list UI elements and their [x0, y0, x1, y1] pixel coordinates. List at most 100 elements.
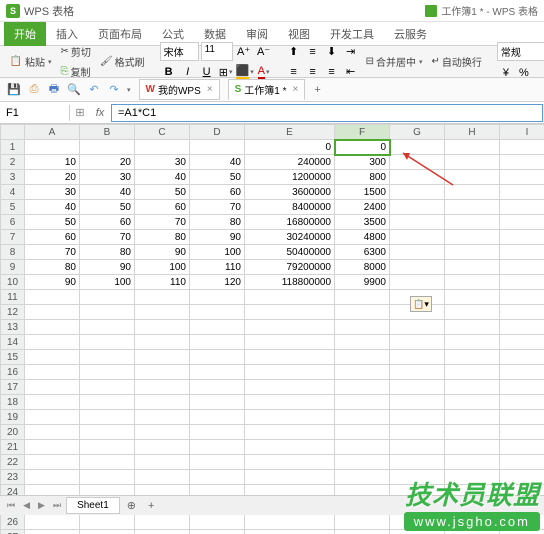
cell-G7[interactable]	[390, 230, 445, 245]
cell-A20[interactable]	[25, 425, 80, 440]
row-header-19[interactable]: 19	[1, 410, 25, 425]
cell-I19[interactable]	[500, 410, 544, 425]
col-header-B[interactable]: B	[80, 125, 135, 140]
cell-E3[interactable]: 1200000	[245, 170, 335, 185]
cell-I11[interactable]	[500, 290, 544, 305]
cell-D26[interactable]	[190, 515, 245, 530]
row-header-1[interactable]: 1	[1, 140, 25, 155]
indent-button[interactable]: ⇥	[342, 43, 360, 61]
cell-C13[interactable]	[135, 320, 190, 335]
cell-B7[interactable]: 70	[80, 230, 135, 245]
cell-F17[interactable]	[335, 380, 390, 395]
cell-D8[interactable]: 100	[190, 245, 245, 260]
cell-B9[interactable]: 90	[80, 260, 135, 275]
cell-G2[interactable]	[390, 155, 445, 170]
cell-B11[interactable]	[80, 290, 135, 305]
cell-I21[interactable]	[500, 440, 544, 455]
cell-H2[interactable]	[445, 155, 500, 170]
cell-C14[interactable]	[135, 335, 190, 350]
row-header-10[interactable]: 10	[1, 275, 25, 290]
cell-D23[interactable]	[190, 470, 245, 485]
cell-A8[interactable]: 70	[25, 245, 80, 260]
row-header-5[interactable]: 5	[1, 200, 25, 215]
cell-F23[interactable]	[335, 470, 390, 485]
cell-I6[interactable]	[500, 215, 544, 230]
cell-F14[interactable]	[335, 335, 390, 350]
row-header-8[interactable]: 8	[1, 245, 25, 260]
cell-C6[interactable]: 70	[135, 215, 190, 230]
fx-button[interactable]: fx	[90, 107, 110, 119]
row-header-18[interactable]: 18	[1, 395, 25, 410]
paste-options-button[interactable]: 📋▾	[410, 296, 432, 312]
cell-A14[interactable]	[25, 335, 80, 350]
cell-F20[interactable]	[335, 425, 390, 440]
cell-H11[interactable]	[445, 290, 500, 305]
cell-A13[interactable]	[25, 320, 80, 335]
cell-A3[interactable]: 20	[25, 170, 80, 185]
cell-C11[interactable]	[135, 290, 190, 305]
preview-button[interactable]: 🔍	[66, 82, 82, 98]
row-header-6[interactable]: 6	[1, 215, 25, 230]
cell-C19[interactable]	[135, 410, 190, 425]
cell-E27[interactable]	[245, 530, 335, 534]
cell-E23[interactable]	[245, 470, 335, 485]
cell-D4[interactable]: 60	[190, 185, 245, 200]
cell-B2[interactable]: 20	[80, 155, 135, 170]
cell-G19[interactable]	[390, 410, 445, 425]
cell-D27[interactable]	[190, 530, 245, 534]
cell-B1[interactable]	[80, 140, 135, 155]
cell-B22[interactable]	[80, 455, 135, 470]
cell-A26[interactable]	[25, 515, 80, 530]
cell-F1[interactable]: 0	[335, 140, 390, 155]
cell-D5[interactable]: 70	[190, 200, 245, 215]
fx-cancel-button[interactable]: ⊞	[70, 106, 90, 119]
cell-F15[interactable]	[335, 350, 390, 365]
cell-D7[interactable]: 90	[190, 230, 245, 245]
align-top-button[interactable]: ⬆	[285, 43, 303, 61]
sheet-nav-last[interactable]: ⏭	[50, 500, 64, 511]
cell-G4[interactable]	[390, 185, 445, 200]
cell-A9[interactable]: 80	[25, 260, 80, 275]
cell-G14[interactable]	[390, 335, 445, 350]
cell-C17[interactable]	[135, 380, 190, 395]
cell-C4[interactable]: 50	[135, 185, 190, 200]
cell-B19[interactable]	[80, 410, 135, 425]
row-header-12[interactable]: 12	[1, 305, 25, 320]
cell-B26[interactable]	[80, 515, 135, 530]
cell-H16[interactable]	[445, 365, 500, 380]
cell-D14[interactable]	[190, 335, 245, 350]
cell-I14[interactable]	[500, 335, 544, 350]
cell-H17[interactable]	[445, 380, 500, 395]
cell-H20[interactable]	[445, 425, 500, 440]
close-icon[interactable]: ×	[207, 84, 213, 95]
cell-B14[interactable]	[80, 335, 135, 350]
col-header-C[interactable]: C	[135, 125, 190, 140]
format-painter-button[interactable]: 🖌格式刷	[97, 52, 148, 71]
percent-button[interactable]: %	[515, 64, 533, 82]
add-sheet-button-2[interactable]: +	[143, 498, 159, 514]
cell-C20[interactable]	[135, 425, 190, 440]
cell-D2[interactable]: 40	[190, 155, 245, 170]
cell-C22[interactable]	[135, 455, 190, 470]
font-size-select[interactable]: 11	[201, 42, 233, 61]
align-middle-button[interactable]: ≡	[304, 43, 322, 61]
cell-H1[interactable]	[445, 140, 500, 155]
cell-F8[interactable]: 6300	[335, 245, 390, 260]
row-header-21[interactable]: 21	[1, 440, 25, 455]
cell-E15[interactable]	[245, 350, 335, 365]
cell-A17[interactable]	[25, 380, 80, 395]
cell-D17[interactable]	[190, 380, 245, 395]
cell-A21[interactable]	[25, 440, 80, 455]
spreadsheet-grid[interactable]: ABCDEFGHI1002102030402400003003203040501…	[0, 124, 544, 534]
cell-A15[interactable]	[25, 350, 80, 365]
cell-H18[interactable]	[445, 395, 500, 410]
cell-A27[interactable]	[25, 530, 80, 534]
formula-input[interactable]: =A1*C1	[111, 104, 543, 122]
cell-A19[interactable]	[25, 410, 80, 425]
cell-B27[interactable]	[80, 530, 135, 534]
cell-E8[interactable]: 50400000	[245, 245, 335, 260]
add-tab-button[interactable]: +	[309, 82, 325, 98]
cell-H13[interactable]	[445, 320, 500, 335]
row-header-22[interactable]: 22	[1, 455, 25, 470]
currency-button[interactable]: ¥	[497, 64, 515, 82]
